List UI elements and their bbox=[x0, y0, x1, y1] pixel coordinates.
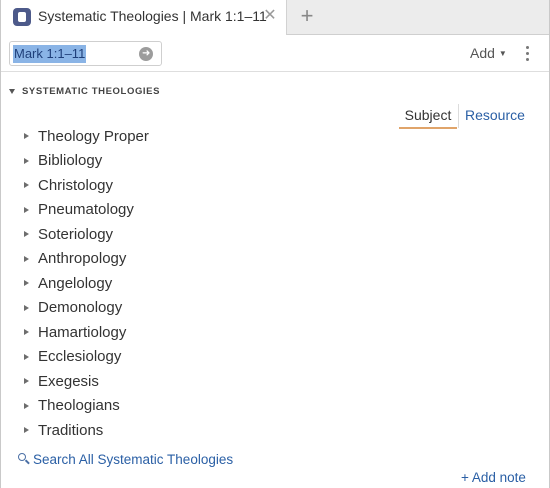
tree-item[interactable]: Theology Proper bbox=[24, 124, 324, 149]
close-icon[interactable]: ✕ bbox=[262, 7, 278, 25]
magnifier-icon bbox=[18, 453, 30, 465]
caret-right-icon bbox=[24, 329, 29, 336]
reference-input[interactable]: Mark 1:1–11 bbox=[13, 45, 87, 63]
caret-right-icon bbox=[24, 206, 29, 213]
view-toggle: Subject Resource bbox=[399, 102, 529, 130]
toolbar: Mark 1:1–11 ➜ Add ▼ bbox=[1, 35, 549, 72]
tree-item-label: Theology Proper bbox=[38, 127, 149, 145]
caret-right-icon bbox=[24, 427, 29, 434]
tree-item-label: Soteriology bbox=[38, 225, 114, 243]
arrow-right-circle-icon: ➜ bbox=[142, 48, 151, 59]
tree-item[interactable]: Pneumatology bbox=[24, 198, 324, 223]
tree-item-label: Traditions bbox=[38, 421, 104, 439]
add-note-link[interactable]: + Add note bbox=[461, 470, 526, 486]
add-label: Add bbox=[470, 45, 495, 61]
subject-tree: Theology Proper Bibliology Christology P… bbox=[24, 124, 324, 443]
reference-box: Mark 1:1–11 ➜ bbox=[9, 41, 162, 66]
caret-down-icon bbox=[9, 88, 15, 94]
tree-item[interactable]: Ecclesiology bbox=[24, 345, 324, 370]
chevron-down-icon: ▼ bbox=[498, 49, 507, 58]
tree-item-label: Angelology bbox=[38, 274, 113, 292]
tree-item[interactable]: Theologians bbox=[24, 394, 324, 419]
search-all-link[interactable]: Search All Systematic Theologies bbox=[18, 450, 233, 468]
tree-item-label: Christology bbox=[38, 176, 114, 194]
tree-item[interactable]: Christology bbox=[24, 173, 324, 198]
tab-title: Systematic Theologies | Mark 1:1–11 bbox=[38, 8, 267, 24]
tree-item[interactable]: Exegesis bbox=[24, 369, 324, 394]
tree-item-label: Theologians bbox=[38, 397, 120, 415]
tree-item-label: Exegesis bbox=[38, 372, 99, 390]
caret-right-icon bbox=[24, 353, 29, 360]
caret-right-icon bbox=[24, 378, 29, 385]
caret-right-icon bbox=[24, 231, 29, 238]
tree-item[interactable]: Demonology bbox=[24, 296, 324, 321]
add-menu-button[interactable]: Add ▼ bbox=[470, 45, 507, 63]
tree-item-label: Pneumatology bbox=[38, 201, 134, 219]
vertical-ellipsis-icon[interactable] bbox=[522, 44, 534, 64]
tree-item[interactable]: Angelology bbox=[24, 271, 324, 296]
section-title: SYSTEMATIC THEOLOGIES bbox=[22, 85, 161, 97]
tab-strip: Systematic Theologies | Mark 1:1–11 ✕ + bbox=[1, 0, 549, 35]
caret-right-icon bbox=[24, 280, 29, 287]
go-button[interactable]: ➜ bbox=[139, 47, 153, 61]
caret-right-icon bbox=[24, 133, 29, 140]
caret-right-icon bbox=[24, 255, 29, 262]
resource-book-icon bbox=[13, 8, 31, 26]
caret-right-icon bbox=[24, 402, 29, 409]
section-toggle[interactable]: SYSTEMATIC THEOLOGIES bbox=[9, 84, 160, 98]
search-all-label: Search All Systematic Theologies bbox=[33, 451, 234, 467]
tree-item-label: Bibliology bbox=[38, 152, 103, 170]
toggle-divider bbox=[458, 104, 459, 128]
tab-subject[interactable]: Subject bbox=[399, 107, 457, 129]
tree-item-label: Ecclesiology bbox=[38, 348, 122, 366]
caret-right-icon bbox=[24, 304, 29, 311]
tab-resource[interactable]: Resource bbox=[465, 107, 525, 129]
tree-item[interactable]: Soteriology bbox=[24, 222, 324, 247]
new-tab-button[interactable]: + bbox=[297, 4, 317, 28]
tree-item-label: Demonology bbox=[38, 299, 123, 317]
tree-item[interactable]: Anthropology bbox=[24, 247, 324, 272]
tab-systematic-theologies[interactable]: Systematic Theologies | Mark 1:1–11 ✕ bbox=[1, 0, 287, 35]
tree-item[interactable]: Traditions bbox=[24, 418, 324, 443]
tree-item[interactable]: Hamartiology bbox=[24, 320, 324, 345]
tree-item-label: Hamartiology bbox=[38, 323, 127, 341]
app-window: Systematic Theologies | Mark 1:1–11 ✕ + … bbox=[0, 0, 550, 488]
tree-item-label: Anthropology bbox=[38, 250, 127, 268]
caret-right-icon bbox=[24, 157, 29, 164]
caret-right-icon bbox=[24, 182, 29, 189]
tree-item[interactable]: Bibliology bbox=[24, 149, 324, 174]
